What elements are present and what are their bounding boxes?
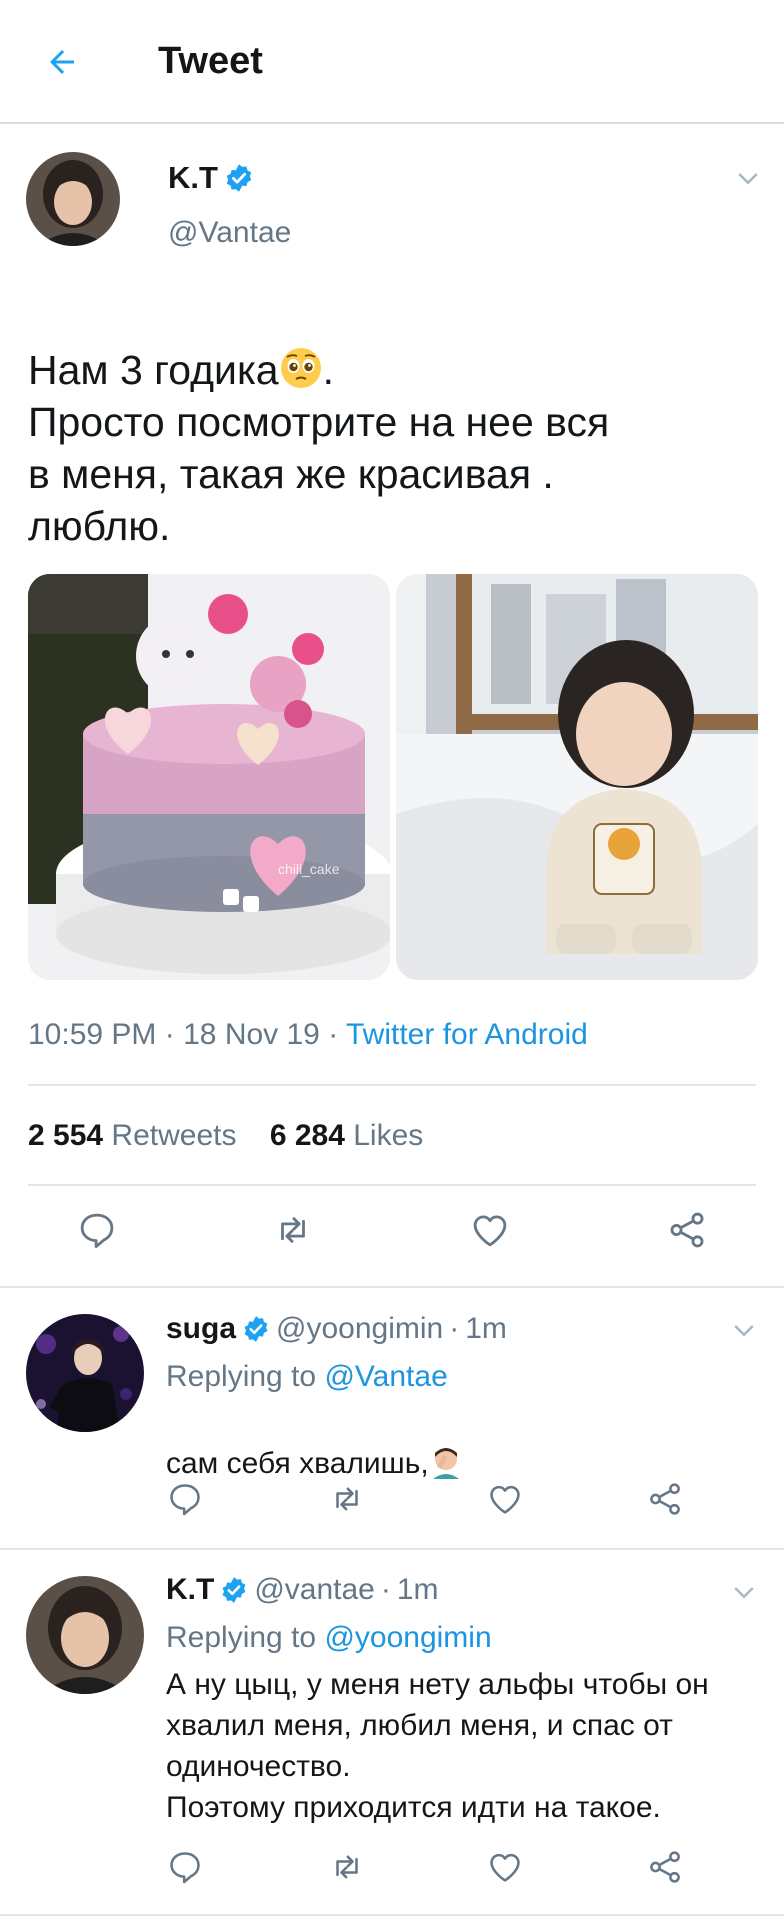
tweet-action-bar xyxy=(0,1205,784,1265)
reply-author-name[interactable]: suga xyxy=(166,1312,236,1346)
retweets-stat[interactable]: 2 554 Retweets xyxy=(28,1119,236,1152)
back-button[interactable] xyxy=(38,38,86,86)
author-avatar[interactable] xyxy=(26,152,120,246)
tweet-media: chili_cake xyxy=(28,574,758,980)
author-name[interactable]: K.T xyxy=(168,160,218,196)
retweet-button[interactable] xyxy=(322,1474,372,1524)
chevron-down-icon[interactable] xyxy=(729,1316,759,1346)
reply-author-avatar[interactable] xyxy=(26,1576,144,1694)
replying-to-link[interactable]: @Vantae xyxy=(324,1360,447,1393)
tweet-text-line1: Нам 3 годика xyxy=(28,347,279,393)
meta-separator: · xyxy=(328,1018,339,1051)
share-icon xyxy=(650,1851,680,1883)
chevron-down-icon[interactable] xyxy=(729,1578,759,1608)
likes-stat[interactable]: 6 284 Likes xyxy=(270,1119,423,1152)
heart-icon xyxy=(490,1853,520,1882)
replying-to-link[interactable]: @yoongimin xyxy=(324,1621,491,1654)
child-photo[interactable] xyxy=(396,574,758,980)
reply-text: сам себя хвалишь, xyxy=(166,1402,756,1484)
tweet-date: 18 Nov 19 xyxy=(183,1018,320,1051)
tweet-text: Нам 3 годика. Просто посмотрите на нее в… xyxy=(28,292,748,604)
like-button[interactable] xyxy=(465,1205,515,1255)
tweet-meta: 10:59 PM · 18 Nov 19 · Twitter for Andro… xyxy=(28,1018,588,1052)
share-icon xyxy=(670,1212,704,1248)
tweet-text-line1-end: . xyxy=(322,347,335,393)
divider xyxy=(0,1548,784,1550)
author-name-row: K.T xyxy=(168,160,254,196)
share-button[interactable] xyxy=(640,1474,690,1524)
reply-author-row: K.T @vantae · 1m xyxy=(166,1573,439,1607)
like-button[interactable] xyxy=(480,1842,530,1892)
retweet-icon xyxy=(336,1487,358,1511)
divider xyxy=(28,1084,756,1086)
author-handle[interactable]: @Vantae xyxy=(168,216,291,250)
verified-badge-icon xyxy=(222,1577,246,1603)
reply-icon xyxy=(170,1852,200,1884)
heart-icon xyxy=(490,1485,520,1514)
reply-author-row: suga @yoongimin · 1m xyxy=(166,1312,507,1346)
reply-button[interactable] xyxy=(160,1842,210,1892)
like-button[interactable] xyxy=(480,1474,530,1524)
retweet-button[interactable] xyxy=(322,1842,372,1892)
divider xyxy=(0,1286,784,1288)
back-arrow-icon xyxy=(50,50,74,74)
reply-action-bar xyxy=(0,1474,784,1534)
share-button[interactable] xyxy=(662,1205,712,1255)
retweet-icon xyxy=(281,1217,305,1243)
meta-separator: · xyxy=(449,1312,460,1345)
tweet-text-rest: Просто посмотрите на нее вся в меня, так… xyxy=(28,399,610,549)
divider xyxy=(0,1914,784,1916)
heart-icon xyxy=(473,1215,507,1247)
retweet-button[interactable] xyxy=(268,1205,318,1255)
verified-badge-icon xyxy=(244,1316,268,1342)
share-button[interactable] xyxy=(640,1842,690,1892)
reply-icon xyxy=(170,1484,200,1516)
reply-time: 1m xyxy=(396,1573,439,1606)
reply-author-handle[interactable]: @vantae xyxy=(254,1573,375,1607)
reply-button[interactable] xyxy=(160,1474,210,1524)
tweet-source-link[interactable]: Twitter for Android xyxy=(346,1018,588,1051)
cake-watermark: chili_cake xyxy=(278,861,340,877)
replying-to-prefix: Replying to xyxy=(166,1360,317,1393)
pleading-face-emoji-icon xyxy=(279,346,323,390)
tweet-stats: 2 554 Retweets 6 284 Likes xyxy=(28,1119,423,1153)
retweets-label: Retweets xyxy=(111,1119,237,1152)
replying-to-line: Replying to @yoongimin xyxy=(166,1621,492,1655)
tweet-time: 10:59 PM xyxy=(28,1018,157,1051)
reply-time: 1m xyxy=(465,1312,507,1345)
reply-author-avatar[interactable] xyxy=(26,1314,144,1432)
chevron-down-icon[interactable] xyxy=(733,164,763,194)
likes-label: Likes xyxy=(353,1119,424,1152)
verified-badge-icon xyxy=(226,164,252,192)
cake-photo[interactable]: chili_cake xyxy=(28,574,390,980)
reply-text: А ну цыц, у меня нету альфы чтобы он хва… xyxy=(166,1668,709,1824)
reply-button[interactable] xyxy=(72,1205,122,1255)
reply-author-name[interactable]: K.T xyxy=(166,1573,214,1607)
retweet-icon xyxy=(336,1855,358,1879)
divider xyxy=(28,1184,756,1186)
likes-count: 6 284 xyxy=(269,1119,345,1152)
page-title: Tweet xyxy=(158,40,263,82)
meta-separator: · xyxy=(164,1018,175,1051)
share-icon xyxy=(650,1483,680,1515)
reply-icon xyxy=(80,1213,114,1249)
reply-action-bar xyxy=(0,1842,784,1902)
meta-separator: · xyxy=(380,1573,391,1606)
retweets-count: 2 554 xyxy=(28,1119,104,1152)
replying-to-line: Replying to @Vantae xyxy=(166,1360,448,1394)
reply-author-handle[interactable]: @yoongimin xyxy=(276,1312,443,1346)
replying-to-prefix: Replying to xyxy=(166,1621,317,1654)
app-header: Tweet xyxy=(0,0,784,124)
